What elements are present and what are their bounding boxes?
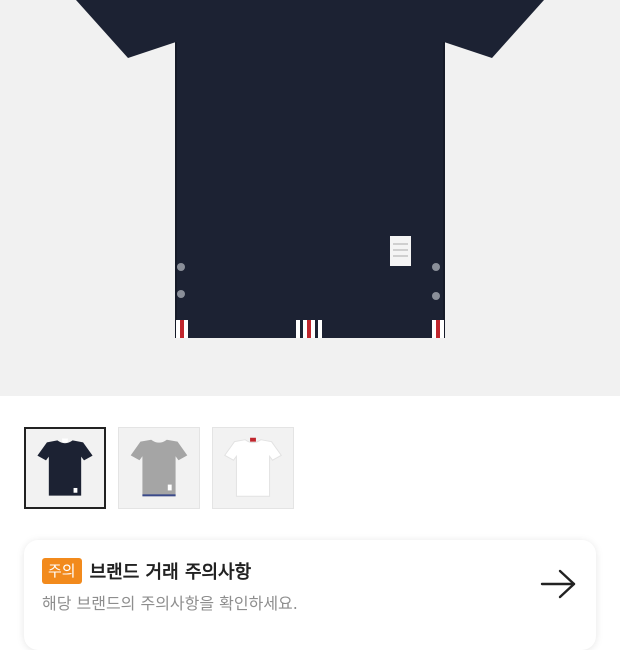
notice-title: 브랜드 거래 주의사항 [89,562,252,583]
thumbnail-gray[interactable] [118,427,200,509]
arrow-right-icon[interactable] [540,568,578,600]
brand-notice-card[interactable]: 주의 브랜드 거래 주의사항 해당 브랜드의 주의사항을 확인하세요. [24,540,596,650]
thumbnail-white[interactable] [212,427,294,509]
notice-subtitle: 해당 브랜드의 주의사항을 확인하세요. [42,594,298,613]
caution-badge: 주의 [42,558,82,584]
notice-title-row: 주의 브랜드 거래 주의사항 [42,558,251,584]
product-hero-image [0,0,620,396]
thumbnail-strip [24,427,294,509]
thumbnail-navy[interactable] [24,427,106,509]
